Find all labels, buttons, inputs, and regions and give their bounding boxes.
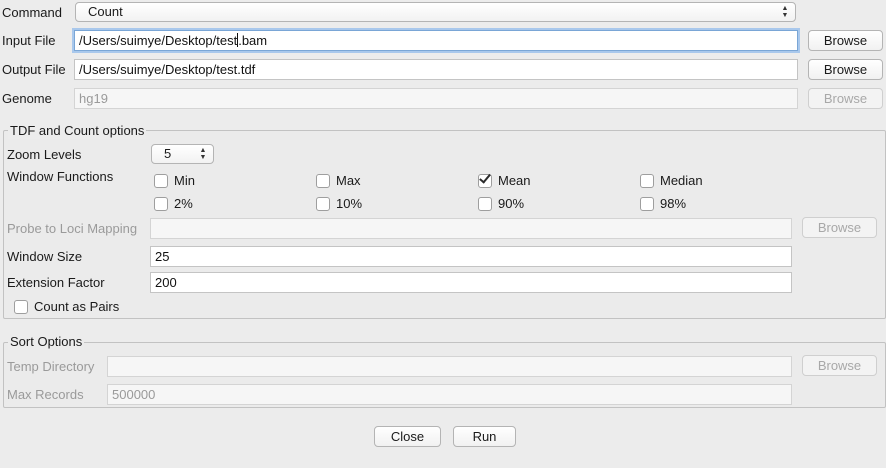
zoom-levels-value: 5 [164,146,172,161]
min-checkbox[interactable] [154,174,168,188]
mean-checkbox-label: Mean [498,173,531,188]
zoom-levels-select[interactable]: 5 ▲ ▼ [151,144,214,164]
max-checkbox[interactable] [316,174,330,188]
command-label: Command [2,5,62,20]
10-percent-checkbox-label: 10% [336,196,363,211]
checkmark-icon [479,171,491,184]
output-file-field[interactable]: /Users/suimye/Desktop/test.tdf [74,59,798,80]
command-select[interactable]: Count ▲ ▼ [75,2,796,22]
zoom-levels-label: Zoom Levels [7,147,82,162]
run-button[interactable]: Run [453,426,516,447]
output-file-label: Output File [2,62,66,77]
input-file-field[interactable]: /Users/suimye/Desktop/test.bam [74,30,798,51]
max-records-field[interactable]: 500000 [107,384,792,405]
window-size-field[interactable]: 25 [150,246,792,267]
input-file-value-end: .bam [238,33,268,48]
output-file-browse-button[interactable]: Browse [808,59,883,80]
input-file-browse-button[interactable]: Browse [808,30,883,51]
min-checkbox-label: Min [174,173,195,188]
probe-mapping-browse-button[interactable]: Browse [802,217,877,238]
probe-mapping-label: Probe to Loci Mapping [7,221,138,236]
count-as-pairs-label: Count as Pairs [34,299,120,314]
tdf-count-options-title: TDF and Count options [8,123,147,139]
98-percent-checkbox-label: 98% [660,196,687,211]
probe-mapping-field[interactable] [150,218,792,239]
temp-directory-label: Temp Directory [7,359,95,374]
extension-factor-label: Extension Factor [7,275,105,290]
input-file-label: Input File [2,33,56,48]
2-percent-checkbox-label: 2% [174,196,193,211]
genome-browse-button[interactable]: Browse [808,88,883,109]
sort-options-title: Sort Options [8,334,85,350]
close-button[interactable]: Close [374,426,441,447]
genome-label: Genome [2,91,52,106]
count-as-pairs-checkbox[interactable] [14,300,28,314]
98-percent-checkbox[interactable] [640,197,654,211]
90-percent-checkbox[interactable] [478,197,492,211]
mean-checkbox[interactable] [478,171,492,188]
10-percent-checkbox[interactable] [316,197,330,211]
window-functions-label: Window Functions [7,169,114,184]
median-checkbox[interactable] [640,174,654,188]
up-down-arrows-icon: ▲ ▼ [199,147,207,161]
up-down-arrows-icon: ▲ ▼ [781,5,789,19]
2-percent-checkbox[interactable] [154,197,168,211]
window-size-label: Window Size [7,249,83,264]
max-checkbox-label: Max [336,173,361,188]
extension-factor-field[interactable]: 200 [150,272,792,293]
temp-directory-field[interactable] [107,356,792,377]
temp-directory-browse-button[interactable]: Browse [802,355,877,376]
input-file-value-start: /Users/suimye/Desktop/test [79,33,238,48]
max-records-label: Max Records [7,387,84,402]
command-select-value: Count [88,4,123,19]
genome-field[interactable]: hg19 [74,88,798,109]
median-checkbox-label: Median [660,173,703,188]
90-percent-checkbox-label: 90% [498,196,525,211]
